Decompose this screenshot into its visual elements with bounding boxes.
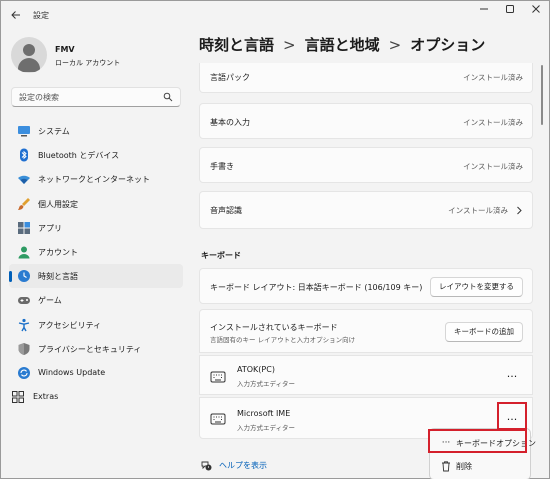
chevron-right-icon (517, 206, 522, 215)
scrollbar[interactable] (541, 65, 543, 125)
keyboard-layout-label: キーボード レイアウト: 日本語キーボード (106/109 キー) (210, 283, 423, 292)
feature-label: 手書き (210, 162, 234, 171)
keyboard-name: Microsoft IME (237, 409, 291, 418)
minimize-icon (480, 8, 488, 10)
back-arrow-icon (11, 11, 20, 19)
back-button[interactable] (8, 7, 24, 23)
feature-status: インストール済み (463, 118, 523, 127)
search-input[interactable]: 設定の検索 (11, 87, 181, 107)
section-title-keyboard: キーボード (201, 251, 241, 260)
selection-indicator (9, 271, 12, 283)
app-title: 設定 (33, 11, 49, 20)
account-icon (18, 246, 30, 259)
sidebar-item-network[interactable]: ネットワークとインターネット (9, 167, 183, 191)
gamepad-icon (18, 297, 30, 305)
breadcrumb-time-language[interactable]: 時刻と言語 (199, 34, 274, 55)
feature-label: 言語パック (210, 73, 250, 82)
profile-name: FMV (55, 45, 75, 54)
sidebar-item-privacy[interactable]: プライバシーとセキュリティ (9, 337, 183, 361)
sidebar-item-label: システム (38, 127, 70, 136)
close-button[interactable] (525, 4, 547, 20)
time-language-icon (18, 270, 30, 283)
sidebar-item-label: アプリ (38, 223, 62, 233)
highlight-keyboard-options (428, 429, 527, 453)
shield-icon (18, 342, 30, 355)
profile-account-type: ローカル アカウント (55, 59, 121, 67)
maximize-icon (506, 5, 514, 13)
sidebar-item-label: ゲーム (38, 296, 62, 306)
feature-label: 音声認識 (210, 206, 242, 215)
keyboard-type: 入力方式エディター (237, 380, 296, 388)
installed-keyboards-label: インストールされているキーボード (210, 323, 338, 332)
breadcrumb-language-region[interactable]: 言語と地域 (305, 34, 380, 55)
trash-icon (442, 461, 450, 472)
highlight-more-button (497, 402, 527, 430)
keyboard-more-button[interactable]: ... (501, 367, 523, 385)
page-title: オプション (410, 36, 486, 54)
feature-status: インストール済み (463, 73, 523, 82)
feature-status: インストール済み (448, 206, 508, 215)
help-icon (201, 461, 212, 471)
minimize-button[interactable] (473, 4, 495, 20)
sidebar-item-accessibility[interactable]: アクセシビリティ (9, 313, 183, 337)
breadcrumb: 時刻と言語 > 言語と地域 > オプション (199, 34, 485, 55)
change-layout-button[interactable]: レイアウトを変更する (430, 277, 523, 297)
keyboard-type: 入力方式エディター (237, 424, 296, 432)
maximize-button[interactable] (499, 4, 521, 20)
sidebar-item-bluetooth[interactable]: Bluetooth とデバイス (9, 143, 183, 167)
sidebar-item-system[interactable]: システム (9, 119, 183, 143)
help-label: ヘルプを表示 (219, 461, 267, 470)
feature-status: インストール済み (463, 162, 523, 171)
feature-basic-typing: 基本の入力 インストール済み (199, 103, 533, 139)
network-icon (18, 176, 30, 185)
sidebar-item-label: ネットワークとインターネット (38, 175, 150, 185)
menu-item-label: 削除 (456, 462, 472, 471)
search-placeholder: 設定の検索 (19, 93, 59, 102)
add-keyboard-button[interactable]: キーボードの追加 (445, 322, 523, 342)
keyboard-item: ATOK(PC) 入力方式エディター ... (199, 355, 533, 395)
feature-label: 基本の入力 (210, 118, 250, 127)
avatar (11, 37, 47, 73)
user-profile[interactable]: FMV ローカル アカウント (11, 37, 181, 75)
installed-keyboards-sub: 言語固有のキー レイアウトと入力オプション向け (210, 336, 356, 344)
bluetooth-icon (20, 148, 28, 162)
sidebar-item-accounts[interactable]: アカウント (9, 240, 183, 264)
sidebar-nav: システム Bluetooth とデバイス ネットワークとインターネット 個人用設… (9, 119, 183, 409)
extras-icon (12, 391, 24, 404)
breadcrumb-separator: > (388, 36, 402, 54)
installed-keyboards-header: インストールされているキーボード 言語固有のキー レイアウトと入力オプション向け… (199, 309, 533, 353)
update-icon (18, 366, 30, 379)
sidebar-item-apps[interactable]: アプリ (9, 216, 183, 240)
sidebar-item-label: アカウント (38, 247, 78, 257)
brush-icon (18, 197, 30, 210)
keyboard-icon (210, 371, 226, 383)
apps-icon (18, 221, 30, 234)
sidebar-item-label: 時刻と言語 (38, 272, 78, 282)
settings-window: 設定 FMV ローカル アカウント 設定の検索 システム Bluetooth と… (0, 0, 550, 479)
breadcrumb-separator: > (283, 36, 296, 54)
sidebar-item-label: 個人用設定 (38, 199, 78, 209)
sidebar-item-personalization[interactable]: 個人用設定 (9, 192, 183, 216)
keyboard-icon (210, 413, 226, 425)
feature-language-pack: 言語パック インストール済み (199, 63, 533, 93)
keyboard-layout-card: キーボード レイアウト: 日本語キーボード (106/109 キー) レイアウト… (199, 268, 533, 304)
sidebar-item-label: アクセシビリティ (38, 320, 102, 330)
sidebar-item-extras[interactable]: Extras (9, 385, 183, 409)
title-bar: 設定 (1, 1, 549, 29)
sidebar-item-windows-update[interactable]: Windows Update (9, 361, 183, 385)
sidebar-item-label: プライバシーとセキュリティ (38, 344, 142, 354)
sidebar-item-label: Bluetooth とデバイス (38, 151, 120, 161)
sidebar-item-label: Windows Update (38, 367, 106, 377)
feature-handwriting: 手書き インストール済み (199, 147, 533, 183)
close-icon (532, 5, 540, 13)
system-icon (18, 126, 30, 137)
sidebar-item-time-language[interactable]: 時刻と言語 (9, 264, 183, 289)
sidebar-item-label: Extras (33, 392, 59, 402)
accessibility-icon (18, 318, 30, 331)
search-icon (163, 92, 173, 102)
sidebar-item-gaming[interactable]: ゲーム (9, 288, 183, 312)
keyboard-name: ATOK(PC) (237, 365, 275, 374)
menu-item-remove[interactable]: 削除 (433, 456, 527, 476)
feature-speech[interactable]: 音声認識 インストール済み (199, 191, 533, 229)
